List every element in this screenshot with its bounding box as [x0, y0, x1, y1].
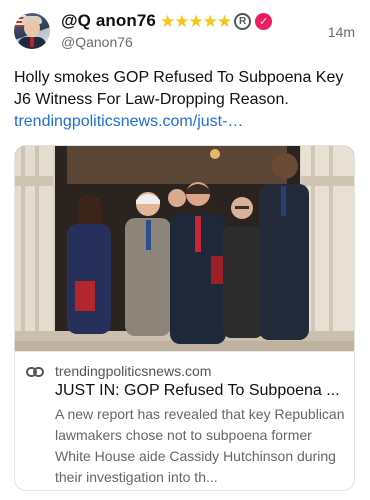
- card-image[interactable]: [15, 146, 354, 351]
- author-handle[interactable]: @Qanon76: [61, 34, 133, 50]
- card-title[interactable]: JUST IN: GOP Refused To Subpoena ...: [55, 382, 350, 400]
- post-text: Holly smokes GOP Refused To Subpoena Key…: [14, 69, 344, 108]
- post-link[interactable]: trendingpoliticsnews.com/just-…: [14, 111, 243, 133]
- display-name[interactable]: @Q anon76: [61, 11, 156, 31]
- card-description: A new report has revealed that key Repub…: [55, 406, 345, 485]
- card-meta[interactable]: trendingpoliticsnews.com JUST IN: GOP Re…: [15, 351, 354, 490]
- author-name-row[interactable]: @Q anon76 ★★★★★ R ✓: [61, 10, 273, 32]
- card-domain: trendingpoliticsnews.com: [55, 363, 212, 379]
- timestamp[interactable]: 14m: [328, 24, 355, 40]
- link-preview-card[interactable]: trendingpoliticsnews.com JUST IN: GOP Re…: [14, 145, 355, 491]
- verified-badge-icon: ✓: [255, 12, 273, 30]
- avatar[interactable]: [14, 13, 50, 49]
- star-icon: ★★★★★: [159, 11, 232, 31]
- post[interactable]: @Q anon76 ★★★★★ R ✓ @Qanon76 14m Holly s…: [0, 0, 370, 500]
- link-icon: [26, 367, 44, 377]
- registered-icon: R: [234, 12, 252, 30]
